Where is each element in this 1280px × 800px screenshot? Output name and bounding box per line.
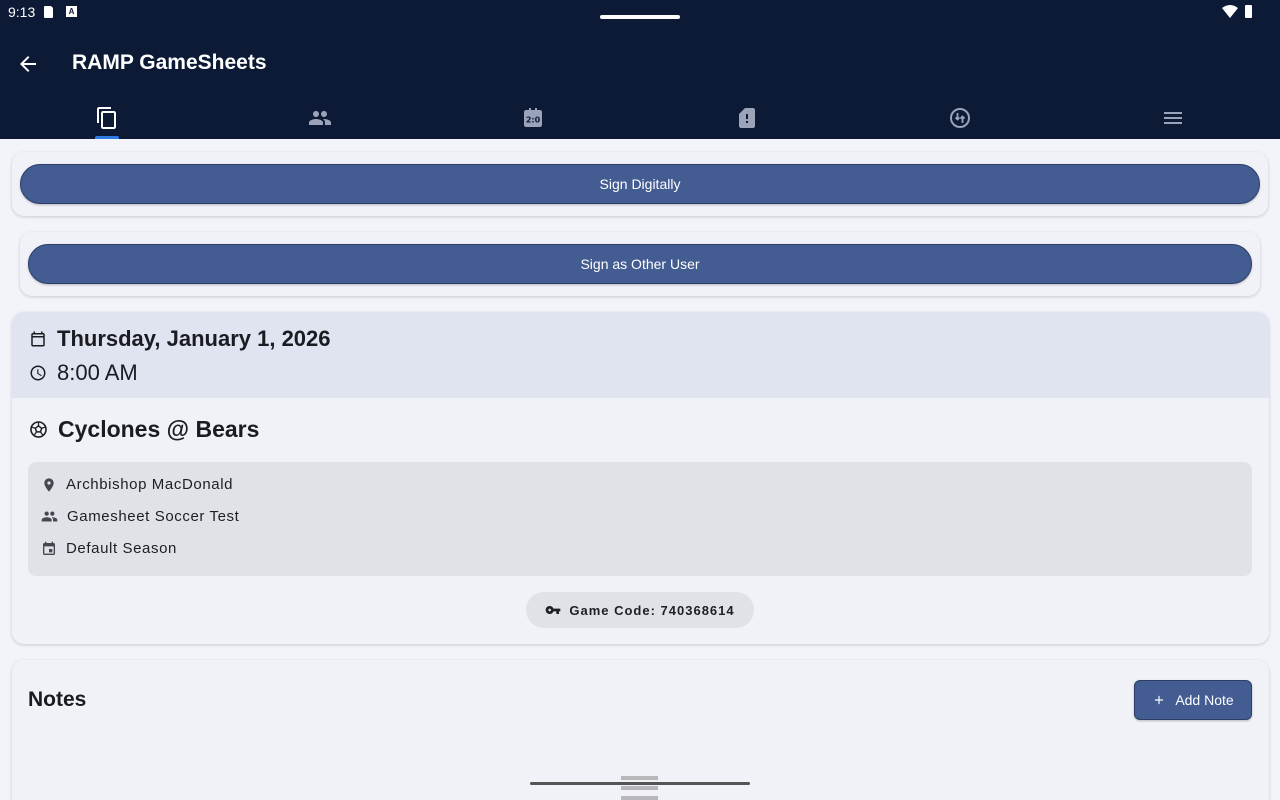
notes-title: Notes [28,688,87,711]
sign-digitally-button[interactable]: Sign Digitally [20,164,1260,204]
gesture-navigation-bar[interactable] [530,782,750,785]
people-icon [308,110,331,125]
people-icon [41,511,58,522]
a-notification-icon: A [66,6,77,17]
soccer-ball-icon [30,421,47,438]
swap-circle-icon [949,107,970,128]
sign-other-card: Sign as Other User [20,232,1260,296]
matchup-title: Cyclones @ Bears [58,416,260,442]
game-info-box: Archbishop MacDonald Gamesheet Soccer Te… [28,462,1252,576]
battery-icon [1245,5,1252,18]
copy-pages-icon [96,106,116,129]
season-row: Default Season [41,540,177,557]
game-code: Game Code: 740368614 [569,602,735,618]
venue-name: Archbishop MacDonald [66,476,234,493]
tab-bar: 2:0 [0,96,1280,139]
key-icon [546,606,561,614]
tab-substitutions[interactable] [853,96,1066,139]
game-date-row: Thursday, January 1, 2026 [29,326,331,352]
game-time: 8:00 AM [57,360,138,385]
drag-handle[interactable] [621,776,658,780]
tab-indicator [94,136,119,139]
tab-penalties[interactable] [640,96,853,139]
status-time: 9:13 [8,4,36,20]
calendar-icon [31,331,45,347]
game-datetime-header: Thursday, January 1, 2026 8:00 AM [12,312,1269,398]
location-pin-icon [44,477,54,492]
drag-handle-line [621,786,658,790]
game-date: Thursday, January 1, 2026 [57,326,331,351]
menu-icon [1164,111,1183,124]
card-alert-icon [738,107,755,128]
league-name: Gamesheet Soccer Test [67,508,240,525]
svg-text:2:0: 2:0 [526,115,541,124]
game-details-card: Thursday, January 1, 2026 8:00 AM Cyclon… [12,312,1269,644]
drag-handle-line [621,796,658,800]
sd-card-icon [44,6,53,18]
tab-menu[interactable] [1067,96,1280,139]
calendar-event-icon [43,541,55,555]
tab-scoring[interactable]: 2:0 [427,96,640,139]
clock-icon [30,365,46,381]
add-note-button[interactable]: Add Note [1134,680,1252,720]
back-arrow-icon[interactable] [16,52,40,76]
tab-rosters[interactable] [213,96,426,139]
add-note-label: Add Note [1175,692,1234,708]
sign-other-user-button[interactable]: Sign as Other User [28,244,1252,284]
app-title: RAMP GameSheets [72,51,267,74]
status-bar: 9:13 A [0,0,1280,26]
scoreboard-icon: 2:0 [524,107,543,127]
league-row: Gamesheet Soccer Test [41,508,239,525]
game-code-chip[interactable]: Game Code: 740368614 [526,592,754,628]
matchup-row: Cyclones @ Bears [29,416,259,443]
sign-digitally-card: Sign Digitally [12,152,1268,216]
wifi-icon [1222,5,1238,18]
game-time-row: 8:00 AM [29,360,138,386]
venue-row: Archbishop MacDonald [41,476,233,493]
tab-overview[interactable] [0,96,213,139]
season-name: Default Season [66,540,177,557]
app-header: 9:13 A RAMP GameSheets 2:0 [0,0,1280,139]
plus-icon [1155,695,1164,705]
camera-pill [600,15,680,19]
